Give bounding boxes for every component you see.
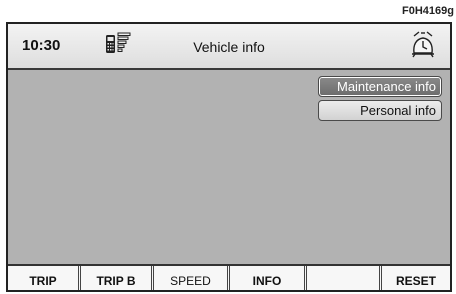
alarm-clock-icon [412,31,434,58]
maintenance-info-button[interactable]: Maintenance info [318,76,442,97]
display-screen: 10:30 Vehicle info Maintenance info Pers… [6,22,452,292]
speed-key[interactable]: SPEED [154,266,230,290]
trip-key[interactable]: TRIP [8,266,81,290]
trip-b-key[interactable]: TRIP B [81,266,154,290]
function-key-bar: TRIP TRIP B SPEED INFO RESET [8,264,450,290]
info-key[interactable]: INFO [230,266,307,290]
personal-info-label: Personal info [360,103,436,118]
personal-info-button[interactable]: Personal info [318,100,442,121]
maintenance-info-label: Maintenance info [336,79,436,94]
figure-code: F0H4169g [402,5,454,17]
header-bar: 10:30 Vehicle info [8,24,450,70]
blank-key[interactable] [307,266,382,290]
page-title: Vehicle info [193,39,265,55]
reset-key[interactable]: RESET [382,266,450,290]
